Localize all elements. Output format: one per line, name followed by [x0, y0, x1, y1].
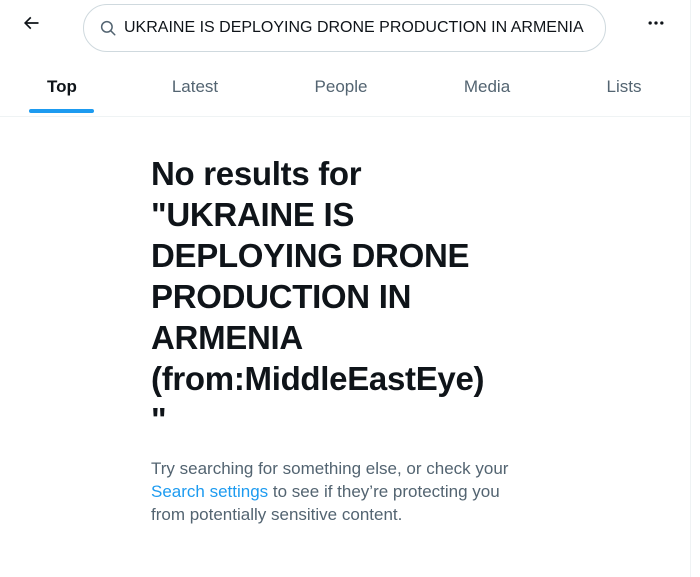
- more-horizontal-icon: [646, 13, 666, 38]
- description-text: Try searching for something else, or che…: [151, 459, 509, 478]
- title-line: ": [151, 401, 167, 438]
- arrow-left-icon: [21, 13, 41, 38]
- column-divider: [690, 0, 691, 577]
- title-line: ARMENIA: [151, 319, 303, 356]
- more-options-button[interactable]: [638, 8, 674, 42]
- tab-people[interactable]: People: [296, 58, 386, 116]
- search-icon: [98, 18, 118, 38]
- title-line: "UKRAINE IS: [151, 196, 355, 233]
- empty-state: No results for "UKRAINE IS DEPLOYING DRO…: [151, 153, 551, 526]
- search-tabs: Top Latest People Media Lists: [0, 58, 690, 117]
- title-line: DEPLOYING DRONE: [151, 237, 470, 274]
- empty-state-description: Try searching for something else, or che…: [151, 457, 536, 526]
- search-settings-link[interactable]: Search settings: [151, 482, 268, 501]
- top-bar: [0, 0, 690, 58]
- title-line: (from:MiddleEastEye): [151, 360, 485, 397]
- active-tab-indicator: [29, 109, 94, 113]
- tab-top[interactable]: Top: [22, 58, 102, 116]
- search-box[interactable]: [83, 4, 606, 52]
- search-input[interactable]: [124, 19, 587, 37]
- back-button[interactable]: [14, 8, 48, 42]
- tab-media[interactable]: Media: [442, 58, 532, 116]
- title-line: No results for: [151, 155, 362, 192]
- tab-latest[interactable]: Latest: [150, 58, 240, 116]
- tab-lists[interactable]: Lists: [584, 58, 664, 116]
- title-line: PRODUCTION IN: [151, 278, 412, 315]
- empty-state-title: No results for "UKRAINE IS DEPLOYING DRO…: [151, 153, 551, 440]
